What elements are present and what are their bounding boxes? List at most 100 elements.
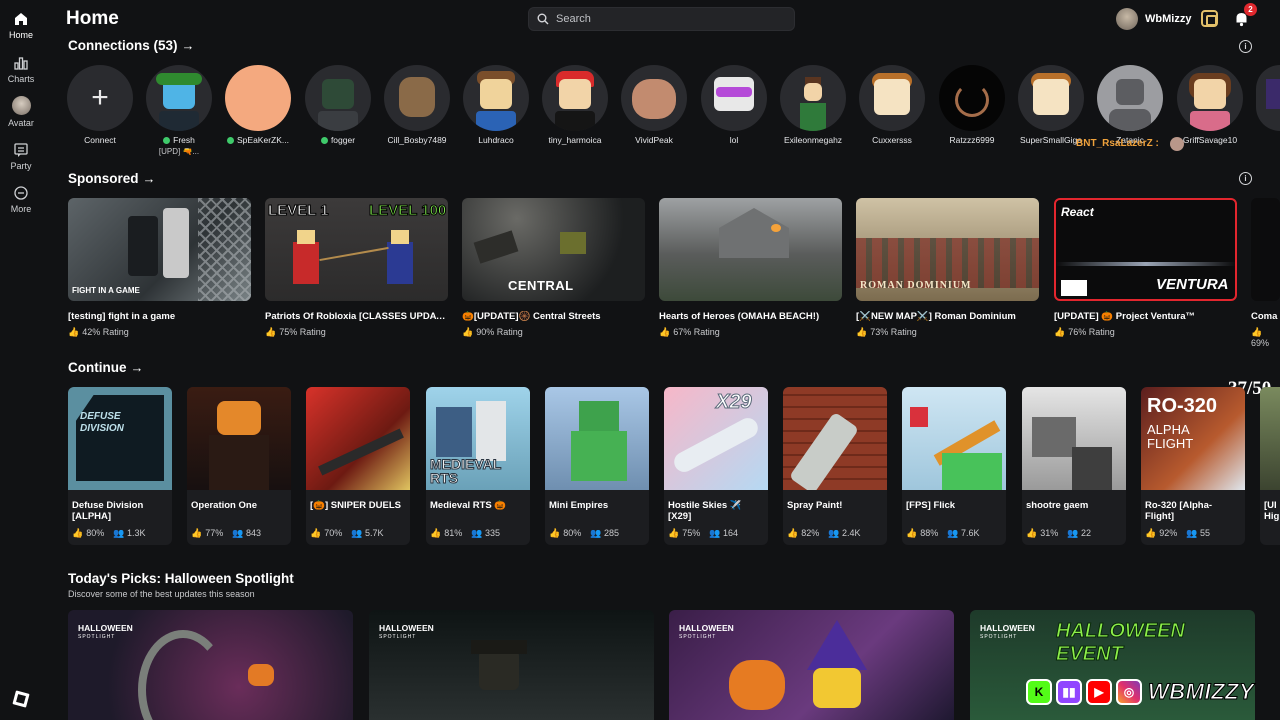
connection-item[interactable]: tiny_harmoica: [540, 65, 610, 145]
player-count: 335: [484, 528, 500, 538]
kick-icon: K: [1026, 679, 1052, 705]
avatar: [701, 65, 767, 131]
game-card[interactable]: shootre gaem 👍 31% 👥 22: [1022, 387, 1126, 545]
user-profile[interactable]: WbMizzy: [1116, 8, 1191, 30]
connection-item[interactable]: GriffSavage10: [1175, 65, 1245, 145]
game-title: Spray Paint!: [787, 500, 843, 511]
picks-title: Today's Picks: Halloween Spotlight: [68, 571, 294, 586]
game-title: [FPS] Flick: [906, 500, 956, 511]
game-title: [🎃] SNIPER DUELS: [310, 500, 402, 511]
nav-label: Avatar: [8, 118, 34, 128]
info-icon[interactable]: i: [1239, 172, 1252, 185]
game-thumbnail: FIGHT IN A GAME: [68, 198, 251, 301]
social-handle: WBMIZZY: [1147, 679, 1255, 705]
avatar: [1177, 65, 1243, 131]
connections-title: Connections (53): [68, 38, 178, 53]
connection-item[interactable]: Luhdraco: [461, 65, 531, 145]
connection-item[interactable]: Cuxxersss: [857, 65, 927, 145]
connection-name: Luhdraco: [478, 135, 514, 145]
game-thumbnail: [1260, 387, 1280, 490]
avatar: [146, 65, 212, 131]
nav-charts[interactable]: Charts: [0, 55, 42, 84]
thumbnail-art: [471, 640, 527, 654]
nav-home[interactable]: Home: [0, 11, 42, 40]
game-title: [UI Hig: [1264, 500, 1280, 522]
avatar[interactable]: [1116, 8, 1138, 30]
continue-heading[interactable]: Continue →: [68, 360, 144, 375]
party-icon: [14, 143, 28, 157]
search-bar[interactable]: [528, 7, 795, 31]
connections-heading[interactable]: Connections (53) →: [68, 38, 195, 53]
roblox-logo-icon[interactable]: [12, 690, 30, 708]
thumbnail-text: MEDIEVAL RTS: [430, 456, 502, 486]
connection-item[interactable]: lol: [699, 65, 769, 145]
player-count: 7.6K: [960, 528, 980, 538]
players-icon: 👥: [113, 528, 125, 538]
connection-item[interactable]: SpEaKerZK...: [223, 65, 293, 145]
avatar: [780, 65, 846, 131]
game-card[interactable]: Operation One 👍 77% 👥 843: [187, 387, 291, 545]
game-card[interactable]: [FPS] Flick 👍 88% 👥 7.6K: [902, 387, 1006, 545]
halloween-spotlight-tag: HALLOWEEN SPOTLIGHT: [379, 623, 434, 640]
thumbs-up-icon: 👍: [68, 327, 80, 337]
avatar: [225, 65, 291, 131]
thumbs-up-icon: 👍: [1026, 528, 1038, 538]
game-thumbnail: [545, 387, 649, 490]
game-rating: 75%: [682, 528, 701, 538]
avatar: [939, 65, 1005, 131]
game-card[interactable]: [UI Hig: [1260, 387, 1280, 545]
connection-item[interactable]: SuperSmallGiga: [1016, 65, 1086, 145]
game-card[interactable]: X29 Hostile Skies ✈️ [X29] 👍 75% 👥 164: [664, 387, 768, 545]
thumbnail-text: React: [1061, 205, 1094, 219]
game-card[interactable]: Hearts of Heroes (OMAHA BEACH!) 👍 67% Rat…: [659, 198, 842, 338]
nav-avatar[interactable]: Avatar: [0, 96, 42, 128]
spotlight-card[interactable]: HALLOWEEN SPOTLIGHT: [669, 610, 954, 720]
game-card[interactable]: LEVEL 1 LEVEL 100 Patriots Of Robloxia […: [265, 198, 448, 338]
connection-name: Connect: [84, 135, 116, 145]
game-card[interactable]: MEDIEVAL RTS Medieval RTS 🎃 👍 81% 👥 335: [426, 387, 530, 545]
game-rating: 81%: [444, 528, 463, 538]
game-card[interactable]: ROMAN DOMINIUM [⚔️NEW MAP⚔️] Roman Domin…: [856, 198, 1039, 338]
game-card[interactable]: [🎃] SNIPER DUELS 👍 70% 👥 5.7K: [306, 387, 410, 545]
game-thumbnail: DEFUSE DIVISION: [68, 387, 172, 490]
nav-party[interactable]: Party: [0, 142, 42, 171]
game-card[interactable]: RO-320 ALPHA FLIGHT Ro-320 [Alpha-Flight…: [1141, 387, 1245, 545]
connection-item[interactable]: Fresh [UPD] 🔫...: [144, 65, 214, 156]
game-card[interactable]: DEFUSE DIVISION Defuse Division [ALPHA] …: [68, 387, 172, 545]
info-icon[interactable]: i: [1239, 40, 1252, 53]
game-card[interactable]: React VENTURA [UPDATE] 🎃 Project Ventura…: [1054, 198, 1237, 338]
game-card[interactable]: Coma 👍69%: [1251, 198, 1280, 348]
robux-icon[interactable]: [1201, 10, 1218, 27]
game-card[interactable]: Mini Empires 👍 80% 👥 285: [545, 387, 649, 545]
thumbs-up-icon: 👍: [856, 327, 868, 337]
event-text: HALLOWEEN EVENT: [1056, 620, 1186, 666]
spotlight-card[interactable]: HALLOWEEN SPOTLIGHT: [68, 610, 353, 720]
game-card[interactable]: CENTRAL 🎃[UPDATE]🛞 Central Streets 👍 90% …: [462, 198, 645, 338]
connection-item[interactable]: Exileonmegahz: [778, 65, 848, 145]
connect-button[interactable]: + Connect: [65, 65, 135, 145]
connection-item[interactable]: fogger: [303, 65, 373, 145]
thumbs-up-icon: 👍: [659, 327, 671, 337]
connection-item-partial[interactable]: [1256, 65, 1280, 131]
connection-name: SpEaKerZK...: [237, 135, 289, 145]
nav-more[interactable]: More: [0, 185, 42, 214]
thumbs-up-icon: 👍: [906, 528, 918, 538]
players-icon: 👥: [709, 528, 721, 538]
connection-item[interactable]: VividPeak: [619, 65, 689, 145]
spotlight-card[interactable]: HALLOWEEN SPOTLIGHT: [369, 610, 654, 720]
social-overlay: K ▮▮ ▶ ◎ WBMIZZY: [1026, 679, 1254, 705]
thumbnail-text: ROMAN DOMINIUM: [860, 280, 972, 291]
username[interactable]: WbMizzy: [1145, 13, 1191, 25]
game-card[interactable]: Spray Paint! 👍 82% 👥 2.4K: [783, 387, 887, 545]
sponsored-heading[interactable]: Sponsored →: [68, 171, 156, 186]
connection-item[interactable]: Zatanic: [1095, 65, 1165, 145]
connection-item[interactable]: Ratzzz6999: [937, 65, 1007, 145]
game-title: 🎃[UPDATE]🛞 Central Streets: [462, 311, 601, 322]
game-card[interactable]: FIGHT IN A GAME [testing] fight in a gam…: [68, 198, 251, 338]
online-status-dot: [227, 136, 235, 144]
game-thumbnail: [659, 198, 842, 301]
search-input[interactable]: [556, 13, 776, 25]
connection-item[interactable]: Cill_Bosby7489: [382, 65, 452, 145]
arrow-right-icon: →: [142, 171, 156, 186]
online-status-dot: [163, 136, 171, 144]
